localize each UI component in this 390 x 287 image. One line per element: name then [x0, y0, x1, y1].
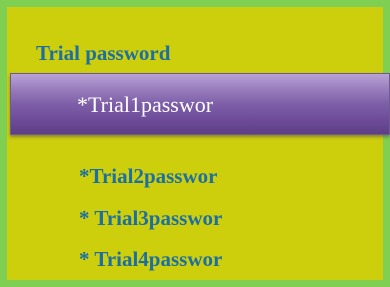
list-item-label: *Trial1passwor	[77, 92, 214, 117]
password-panel: Trial password *Trial1passwor *Trial2pas…	[0, 0, 390, 287]
list-item[interactable]: * Trial4passwor	[79, 247, 222, 271]
list-item[interactable]: * Trial3passwor	[79, 206, 222, 230]
panel-title: Trial password	[36, 41, 171, 65]
list-item[interactable]: *Trial2passwor	[79, 164, 217, 188]
list-item-selected[interactable]: *Trial1passwor	[10, 73, 390, 135]
